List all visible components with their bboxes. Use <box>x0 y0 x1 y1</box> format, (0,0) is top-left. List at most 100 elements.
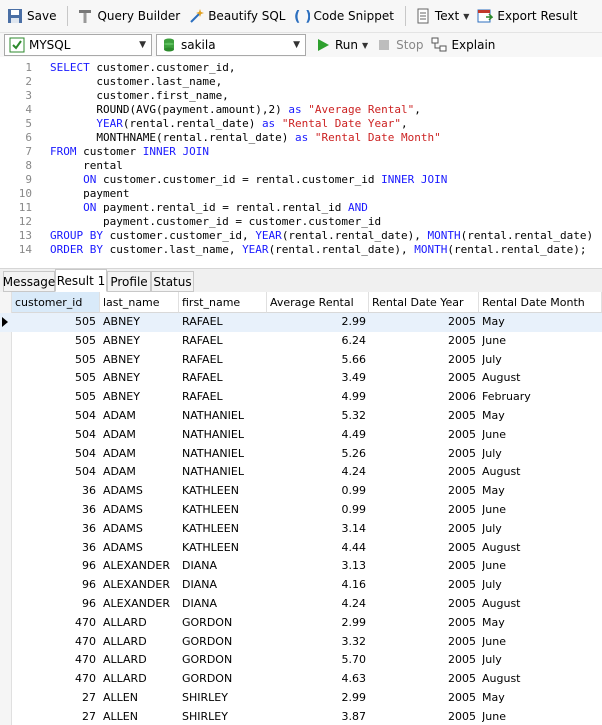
table-cell[interactable]: ADAMS <box>103 501 179 520</box>
table-cell[interactable]: 2.99 <box>267 689 367 708</box>
table-cell[interactable]: February <box>482 388 602 407</box>
stop-button[interactable]: Stop <box>373 33 426 57</box>
table-cell[interactable]: 505 <box>12 369 96 388</box>
table-cell[interactable]: 2005 <box>369 369 476 388</box>
tab-result-1[interactable]: Result 1 <box>55 269 107 292</box>
table-cell[interactable]: 5.66 <box>267 351 367 370</box>
table-cell[interactable]: KATHLEEN <box>182 482 267 501</box>
table-cell[interactable]: 3.87 <box>267 708 367 725</box>
text-output-dropdown[interactable]: Text ▼ <box>412 4 472 28</box>
table-cell[interactable]: 5.26 <box>267 445 367 464</box>
table-cell[interactable]: 2.99 <box>267 614 367 633</box>
table-cell[interactable]: ALLEN <box>103 708 179 725</box>
table-row[interactable]: 505 ABNEY RAFAEL 6.24 2005 June <box>0 332 602 351</box>
table-cell[interactable]: 504 <box>12 407 96 426</box>
table-row[interactable]: 470 ALLARD GORDON 4.63 2005 August <box>0 670 602 689</box>
table-cell[interactable]: 2005 <box>369 539 476 558</box>
table-cell[interactable]: 2005 <box>369 501 476 520</box>
table-cell[interactable]: GORDON <box>182 670 267 689</box>
table-cell[interactable]: 4.44 <box>267 539 367 558</box>
tab-profile[interactable]: Profile <box>107 271 151 292</box>
table-row[interactable]: 36 ADAMS KATHLEEN 0.99 2005 June <box>0 501 602 520</box>
table-cell[interactable]: 2005 <box>369 557 476 576</box>
table-row[interactable]: 470 ALLARD GORDON 2.99 2005 May <box>0 614 602 633</box>
table-row[interactable]: 36 ADAMS KATHLEEN 4.44 2005 August <box>0 539 602 558</box>
table-cell[interactable]: July <box>482 651 602 670</box>
table-cell[interactable]: May <box>482 313 602 332</box>
table-cell[interactable]: May <box>482 407 602 426</box>
run-button[interactable]: Run ▼ <box>312 33 371 57</box>
table-cell[interactable]: 36 <box>12 482 96 501</box>
table-cell[interactable]: 2005 <box>369 482 476 501</box>
table-cell[interactable]: 0.99 <box>267 501 367 520</box>
table-cell[interactable]: 470 <box>12 670 96 689</box>
table-cell[interactable]: 505 <box>12 313 96 332</box>
table-cell[interactable]: ABNEY <box>103 332 179 351</box>
column-header-last-name[interactable]: last_name <box>100 292 179 313</box>
table-cell[interactable]: May <box>482 614 602 633</box>
table-cell[interactable]: 2005 <box>369 463 476 482</box>
query-builder-button[interactable]: Query Builder <box>74 4 183 28</box>
table-cell[interactable]: ABNEY <box>103 313 179 332</box>
table-cell[interactable]: 2005 <box>369 708 476 725</box>
save-button[interactable]: Save <box>4 4 59 28</box>
table-cell[interactable]: ALLARD <box>103 614 179 633</box>
table-cell[interactable]: June <box>482 557 602 576</box>
column-header-average-rental[interactable]: Average Rental <box>267 292 369 313</box>
table-cell[interactable]: July <box>482 576 602 595</box>
table-cell[interactable]: ABNEY <box>103 351 179 370</box>
table-cell[interactable]: 2005 <box>369 633 476 652</box>
table-cell[interactable]: ALLARD <box>103 633 179 652</box>
table-cell[interactable]: June <box>482 501 602 520</box>
table-cell[interactable]: 470 <box>12 633 96 652</box>
table-cell[interactable]: 505 <box>12 332 96 351</box>
table-cell[interactable]: 3.32 <box>267 633 367 652</box>
table-cell[interactable]: 96 <box>12 557 96 576</box>
table-cell[interactable]: 4.99 <box>267 388 367 407</box>
table-row[interactable]: 36 ADAMS KATHLEEN 0.99 2005 May <box>0 482 602 501</box>
table-cell[interactable]: 504 <box>12 463 96 482</box>
table-cell[interactable]: May <box>482 482 602 501</box>
table-row[interactable]: 504 ADAM NATHANIEL 5.32 2005 May <box>0 407 602 426</box>
table-cell[interactable]: ALLEN <box>103 689 179 708</box>
table-cell[interactable]: August <box>482 670 602 689</box>
table-cell[interactable]: 96 <box>12 595 96 614</box>
table-cell[interactable]: DIANA <box>182 557 267 576</box>
table-cell[interactable]: 2005 <box>369 313 476 332</box>
table-cell[interactable]: ALLARD <box>103 651 179 670</box>
table-cell[interactable]: NATHANIEL <box>182 426 267 445</box>
table-cell[interactable]: 505 <box>12 351 96 370</box>
table-cell[interactable]: 5.32 <box>267 407 367 426</box>
table-row[interactable]: 36 ADAMS KATHLEEN 3.14 2005 July <box>0 520 602 539</box>
table-cell[interactable]: ADAMS <box>103 482 179 501</box>
table-cell[interactable]: 2005 <box>369 689 476 708</box>
table-cell[interactable]: 505 <box>12 388 96 407</box>
table-cell[interactable]: May <box>482 689 602 708</box>
table-cell[interactable]: 4.49 <box>267 426 367 445</box>
beautify-sql-button[interactable]: Beautify SQL <box>185 4 288 28</box>
table-cell[interactable]: 2005 <box>369 407 476 426</box>
table-row[interactable]: 504 ADAM NATHANIEL 5.26 2005 July <box>0 445 602 464</box>
database-select[interactable]: sakila ▼ <box>156 34 306 56</box>
table-cell[interactable]: 4.24 <box>267 595 367 614</box>
table-cell[interactable]: ADAM <box>103 463 179 482</box>
table-cell[interactable]: NATHANIEL <box>182 407 267 426</box>
table-cell[interactable]: 470 <box>12 614 96 633</box>
table-cell[interactable]: 470 <box>12 651 96 670</box>
table-row[interactable]: 505 ABNEY RAFAEL 4.99 2006 February <box>0 388 602 407</box>
table-cell[interactable]: ALEXANDER <box>103 576 179 595</box>
table-row[interactable]: 470 ALLARD GORDON 5.70 2005 July <box>0 651 602 670</box>
table-cell[interactable]: 504 <box>12 445 96 464</box>
table-cell[interactable]: 2005 <box>369 670 476 689</box>
table-cell[interactable]: ALLARD <box>103 670 179 689</box>
table-cell[interactable]: 96 <box>12 576 96 595</box>
table-cell[interactable]: DIANA <box>182 595 267 614</box>
table-cell[interactable]: June <box>482 426 602 445</box>
table-cell[interactable]: 36 <box>12 501 96 520</box>
table-cell[interactable]: KATHLEEN <box>182 501 267 520</box>
table-cell[interactable]: 27 <box>12 708 96 725</box>
table-row[interactable]: 96 ALEXANDER DIANA 4.16 2005 July <box>0 576 602 595</box>
table-cell[interactable]: 6.24 <box>267 332 367 351</box>
table-cell[interactable]: ABNEY <box>103 369 179 388</box>
table-cell[interactable]: 2.99 <box>267 313 367 332</box>
